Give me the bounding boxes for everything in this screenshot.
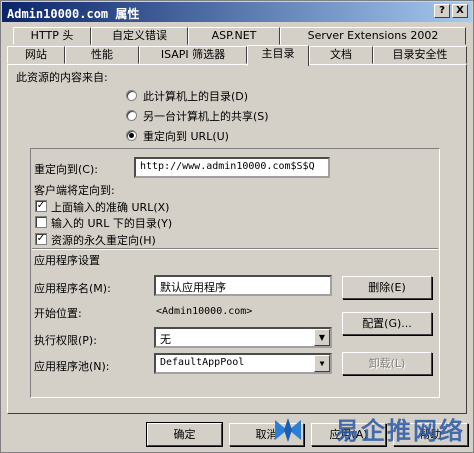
tab-custom-errors[interactable]: 自定义错误 [91,27,188,45]
properties-dialog: Admin10000.com 属性 ? X HTTP 头 自定义错误 ASP.N… [0,0,474,453]
tab-website[interactable]: 网站 [7,46,65,64]
redirect-url-input[interactable]: http://www.admin10000.com$S$Q [134,157,330,178]
checkbox-directory-below[interactable] [35,216,47,228]
tab-isapi-filters[interactable]: ISAPI 筛选器 [139,46,247,64]
tab-aspnet[interactable]: ASP.NET [188,27,280,45]
checkbox-permanent-redirect-label[interactable]: 资源的永久重定向(H) [51,232,156,248]
checkbox-exact-url-label[interactable]: 上面输入的准确 URL(X) [51,199,169,215]
remove-button[interactable]: 删除(E) [342,276,432,299]
divider [32,248,438,250]
tab-performance[interactable]: 性能 [65,46,139,64]
exec-perm-label: 执行权限(P): [34,334,97,347]
app-settings-heading: 应用程序设置 [34,254,100,267]
radio-network-share[interactable] [126,110,137,121]
content-source-heading: 此资源的内容来自: [16,71,108,84]
start-point-label: 开始位置: [34,307,82,320]
window-title: Admin10000.com 属性 [7,7,140,21]
unload-button[interactable]: 卸载(L) [342,352,432,375]
radio-local-directory[interactable] [126,90,137,101]
app-pool-value: DefaultAppPool [160,357,245,368]
redirect-to-label: 重定向到(C): [34,163,98,176]
tab-home-directory[interactable]: 主目录 [247,45,309,66]
exec-perm-value: 无 [160,333,171,346]
title-bar: Admin10000.com 属性 ? X [2,2,472,22]
tab-directory-security[interactable]: 目录安全性 [373,46,467,64]
ok-button[interactable]: 确定 [146,422,223,447]
config-button[interactable]: 配置(G)... [342,312,432,335]
app-name-label: 应用程序名(M): [34,282,111,295]
app-pool-select[interactable]: DefaultAppPool ▼ [154,353,332,374]
radio-network-share-label[interactable]: 另一台计算机上的共享(S) [143,108,269,124]
checkbox-permanent-redirect[interactable]: ✓ [35,233,47,245]
help-icon[interactable]: ? [434,4,450,18]
radio-local-directory-label[interactable]: 此计算机上的目录(D) [143,88,248,104]
start-point-value: <Admin10000.com> [156,306,253,317]
tab-http-headers[interactable]: HTTP 头 [13,27,91,45]
exec-perm-select[interactable]: 无 ▼ [154,327,332,348]
watermark-text: 易企推网络 [335,416,465,445]
chevron-down-icon[interactable]: ▼ [314,355,330,372]
checkbox-directory-below-label[interactable]: 输入的 URL 下的目录(Y) [51,215,172,231]
radio-redirect-url-label[interactable]: 重定向到 URL(U) [143,128,229,144]
tab-server-extensions[interactable]: Server Extensions 2002 [280,27,466,45]
close-icon[interactable]: X [452,4,468,18]
home-directory-panel: 此资源的内容来自: 此计算机上的目录(D) 另一台计算机上的共享(S) 重定向到… [7,64,467,414]
watermark-logo-icon [275,418,301,442]
radio-redirect-url[interactable] [126,130,137,141]
chevron-down-icon[interactable]: ▼ [314,329,330,346]
tab-documents[interactable]: 文档 [309,46,373,64]
app-pool-label: 应用程序池(N): [34,360,110,373]
app-name-input[interactable]: 默认应用程序 [154,275,332,296]
checkbox-exact-url[interactable]: ✓ [35,200,47,212]
client-redirect-heading: 客户端将定向到: [34,184,115,197]
